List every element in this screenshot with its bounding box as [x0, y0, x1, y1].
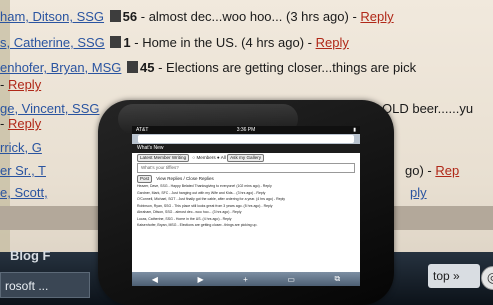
- add-icon[interactable]: +: [243, 275, 248, 284]
- profile-icon: [110, 36, 122, 48]
- bg-member-name[interactable]: ge, Vincent, SSG: [0, 101, 100, 116]
- bg-feed-row: rrick, G: [0, 140, 42, 161]
- bg-feed-row-right: OLD beer......yu: [382, 101, 473, 122]
- bg-post-text: -: [0, 116, 8, 131]
- status-bar: AT&T 3:36 PM ▮: [132, 126, 360, 134]
- bg-reply-link[interactable]: Reply: [8, 77, 41, 92]
- url-field[interactable]: [138, 135, 354, 143]
- bg-member-name[interactable]: s, Catherine, SSG: [0, 35, 105, 50]
- members-radio[interactable]: ○ Members: [192, 155, 215, 160]
- bg-member-name[interactable]: e, Scott,: [0, 185, 48, 200]
- bg-feed-row: - Reply: [0, 116, 41, 137]
- battery-icon: ▮: [353, 127, 356, 133]
- bg-post-text: go) -: [405, 163, 436, 178]
- bg-member-name[interactable]: er Sr., T: [0, 163, 46, 178]
- bg-count: 56: [122, 9, 138, 24]
- whats-new-header: What's New: [132, 144, 360, 153]
- bg-member-name[interactable]: rrick, G: [0, 140, 42, 155]
- clock: 3:36 PM: [236, 127, 256, 133]
- bg-post-text: OLD beer......yu: [382, 101, 474, 116]
- post-button[interactable]: Post: [137, 175, 153, 183]
- blog-heading: Blog F: [10, 248, 51, 263]
- ask-gallery-button[interactable]: Ask my Gallery: [227, 154, 264, 162]
- forward-icon[interactable]: ▶: [197, 275, 203, 284]
- stop-button[interactable]: top »: [428, 264, 480, 288]
- taskbar-button[interactable]: rosoft ...: [0, 272, 90, 298]
- bg-reply-link[interactable]: Reply: [8, 116, 41, 131]
- bg-post-text: -: [0, 77, 8, 92]
- bg-feed-row-right: ply: [410, 185, 427, 206]
- bg-count: 1: [123, 35, 131, 50]
- stop-label: top: [433, 269, 450, 283]
- bg-feed-row-right: go) - Rep: [405, 163, 459, 184]
- bg-feed-row: ham, Ditson, SSG 56 - almost dec...woo h…: [0, 9, 394, 30]
- bg-member-name[interactable]: ham, Ditson, SSG: [0, 9, 104, 24]
- bg-feed-row: enhofer, Bryan, MSG 45 - Elections are g…: [0, 60, 416, 81]
- back-icon[interactable]: ◀: [152, 275, 158, 284]
- all-radio[interactable]: ● All: [217, 155, 226, 160]
- bg-post-text: - Elections are getting closer...things …: [154, 60, 417, 75]
- latest-writing-button[interactable]: Latest Member Writing: [137, 154, 190, 162]
- bg-reply-link[interactable]: Reply: [360, 9, 393, 24]
- bg-post-text: - almost dec...woo hoo... (3 hrs ago) -: [137, 9, 361, 24]
- bg-feed-row: - Reply: [0, 77, 41, 98]
- profile-icon: [109, 10, 121, 22]
- ask-input[interactable]: What's your tiffles?: [137, 163, 355, 173]
- bg-count: 45: [140, 60, 155, 75]
- all-label: All: [220, 155, 226, 160]
- pages-icon[interactable]: ⧉: [335, 274, 341, 284]
- view-replies-link[interactable]: View Replies: [156, 176, 182, 181]
- browser-toolbar: ◀ ▶ + ▭ ⧉: [132, 272, 360, 286]
- action-row: Post View Replies / Close Replies: [132, 174, 360, 183]
- bg-member-name[interactable]: enhofer, Bryan, MSG: [0, 60, 121, 75]
- bg-reply-link[interactable]: Rep: [435, 163, 459, 178]
- bg-reply-link[interactable]: ply: [410, 185, 427, 200]
- bg-feed-row: s, Catherine, SSG 1 - Home in the US. (4…: [0, 35, 349, 56]
- phone-screen: AT&T 3:36 PM ▮ What's New Latest Member …: [132, 126, 360, 286]
- bookmarks-icon[interactable]: ▭: [287, 275, 295, 284]
- phone-feed-row: Kaisenhofer, Bryan, MSG - Elections are …: [137, 223, 258, 227]
- url-bar[interactable]: [132, 134, 360, 144]
- filter-row: Latest Member Writing ○ Members ● All As…: [132, 153, 360, 162]
- close-replies-link[interactable]: Close Replies: [186, 176, 214, 181]
- smartphone: AT&T 3:36 PM ▮ What's New Latest Member …: [98, 100, 394, 305]
- bg-feed-row: e, Scott,: [0, 185, 48, 206]
- bg-reply-link[interactable]: Reply: [316, 35, 349, 50]
- members-label: Members: [196, 155, 216, 160]
- bg-feed-row: er Sr., T: [0, 163, 46, 184]
- bg-post-text: - Home in the US. (4 hrs ago) -: [130, 35, 316, 50]
- chevron-right-icon: »: [453, 269, 460, 283]
- profile-icon: [127, 61, 139, 73]
